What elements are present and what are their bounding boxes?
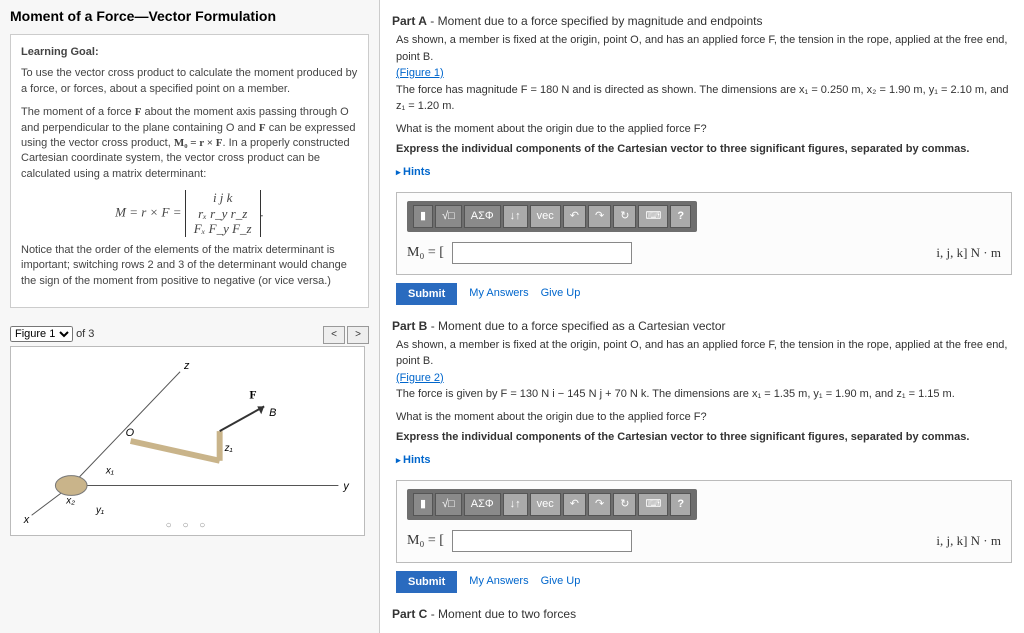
matrix-determinant: M = r × F = i j k rₓ r_y r_z Fₓ F_y F_z … xyxy=(21,190,358,237)
svg-text:x₁: x₁ xyxy=(105,466,114,477)
svg-text:B: B xyxy=(269,407,276,419)
partB-instruction: Express the individual components of the… xyxy=(396,429,1012,446)
lg-p2: The moment of a force F about the moment… xyxy=(21,105,358,182)
svg-text:x₂: x₂ xyxy=(65,495,75,506)
template-icon[interactable]: ▮ xyxy=(413,493,433,516)
svg-text:z₁: z₁ xyxy=(224,443,233,454)
partB-answer-input[interactable] xyxy=(452,530,632,552)
figure-image: x y z O F B x₁ x₂ y₁ z₁ ○ ○ ○ xyxy=(10,346,365,536)
svg-text:y: y xyxy=(342,481,349,493)
template-icon[interactable]: ▮ xyxy=(413,205,433,228)
page-title: Moment of a Force—Vector Formulation xyxy=(10,8,369,24)
partA-question: What is the moment about the origin due … xyxy=(396,121,1012,138)
partB-submit-button[interactable]: Submit xyxy=(396,571,457,593)
partA-hints-link[interactable]: Hints xyxy=(396,164,431,181)
learning-goal-block: Learning Goal: To use the vector cross p… xyxy=(10,34,369,308)
help-icon[interactable]: ? xyxy=(670,493,691,516)
greek-icon[interactable]: ΑΣΦ xyxy=(464,493,501,516)
undo-icon[interactable]: ↶ xyxy=(563,205,586,228)
part-a-header: Part A - Moment due to a force specified… xyxy=(392,14,1012,28)
learning-goal-heading: Learning Goal: xyxy=(21,45,358,60)
part-b-header: Part B - Moment due to a force specified… xyxy=(392,319,1012,333)
partA-figure-link[interactable]: (Figure 1) xyxy=(396,67,444,79)
partB-eq-lhs: M₀ = [ xyxy=(407,530,444,551)
sqrt-icon[interactable]: √□ xyxy=(435,205,462,228)
vec-icon[interactable]: vec xyxy=(530,493,561,516)
keyboard-icon[interactable]: ⌨ xyxy=(638,493,668,516)
svg-text:z: z xyxy=(183,360,190,372)
svg-text:y₁: y₁ xyxy=(95,505,104,516)
partA-myanswers-link[interactable]: My Answers xyxy=(469,285,528,302)
redo-icon[interactable]: ↷ xyxy=(588,205,611,228)
partA-giveup-link[interactable]: Give Up xyxy=(541,285,581,302)
figure-of-label: of 3 xyxy=(76,328,94,340)
partA-units: i, j, k] N · m xyxy=(936,243,1001,263)
partA-answer-input[interactable] xyxy=(452,242,632,264)
sqrt-icon[interactable]: √□ xyxy=(435,493,462,516)
partB-text1: As shown, a member is fixed at the origi… xyxy=(396,337,1012,370)
part-c-header: Part C - Moment due to two forces xyxy=(392,607,1012,621)
redo-icon[interactable]: ↷ xyxy=(588,493,611,516)
partB-answer-box: ▮ √□ ΑΣΦ ↓↑ vec ↶ ↷ ↻ ⌨ ? M₀ = [ i, j, k… xyxy=(396,480,1012,563)
supersub-icon[interactable]: ↓↑ xyxy=(503,205,528,228)
svg-text:x: x xyxy=(23,514,30,526)
lg-p1: To use the vector cross product to calcu… xyxy=(21,66,358,97)
partA-text2: The force has magnitude F = 180 N and is… xyxy=(396,82,1012,115)
undo-icon[interactable]: ↶ xyxy=(563,493,586,516)
vec-icon[interactable]: vec xyxy=(530,205,561,228)
figure-selector[interactable]: Figure 1 xyxy=(10,326,73,342)
partA-instruction: Express the individual components of the… xyxy=(396,141,1012,158)
partA-submit-button[interactable]: Submit xyxy=(396,283,457,305)
help-icon[interactable]: ? xyxy=(670,205,691,228)
reset-icon[interactable]: ↻ xyxy=(613,493,636,516)
lg-p3: Notice that the order of the elements of… xyxy=(21,243,358,289)
svg-text:O: O xyxy=(126,427,135,439)
supersub-icon[interactable]: ↓↑ xyxy=(503,493,528,516)
reset-icon[interactable]: ↻ xyxy=(613,205,636,228)
partA-toolbar: ▮ √□ ΑΣΦ ↓↑ vec ↶ ↷ ↻ ⌨ ? xyxy=(407,201,697,232)
partB-myanswers-link[interactable]: My Answers xyxy=(469,573,528,590)
figure-next-button[interactable]: > xyxy=(347,326,369,344)
partB-question: What is the moment about the origin due … xyxy=(396,409,1012,426)
partB-text2: The force is given by F = 130 N i − 145 … xyxy=(396,386,1012,403)
partB-figure-link[interactable]: (Figure 2) xyxy=(396,372,444,384)
keyboard-icon[interactable]: ⌨ xyxy=(638,205,668,228)
partA-answer-box: ▮ √□ ΑΣΦ ↓↑ vec ↶ ↷ ↻ ⌨ ? M₀ = [ i, j, k… xyxy=(396,192,1012,275)
svg-text:F: F xyxy=(249,388,256,402)
partB-hints-link[interactable]: Hints xyxy=(396,452,431,469)
partA-eq-lhs: M₀ = [ xyxy=(407,242,444,263)
partB-toolbar: ▮ √□ ΑΣΦ ↓↑ vec ↶ ↷ ↻ ⌨ ? xyxy=(407,489,697,520)
partB-units: i, j, k] N · m xyxy=(936,531,1001,551)
partB-giveup-link[interactable]: Give Up xyxy=(541,573,581,590)
figure-prev-button[interactable]: < xyxy=(323,326,345,344)
figure-pager-dots[interactable]: ○ ○ ○ xyxy=(166,520,210,531)
greek-icon[interactable]: ΑΣΦ xyxy=(464,205,501,228)
partA-text1: As shown, a member is fixed at the origi… xyxy=(396,32,1012,65)
